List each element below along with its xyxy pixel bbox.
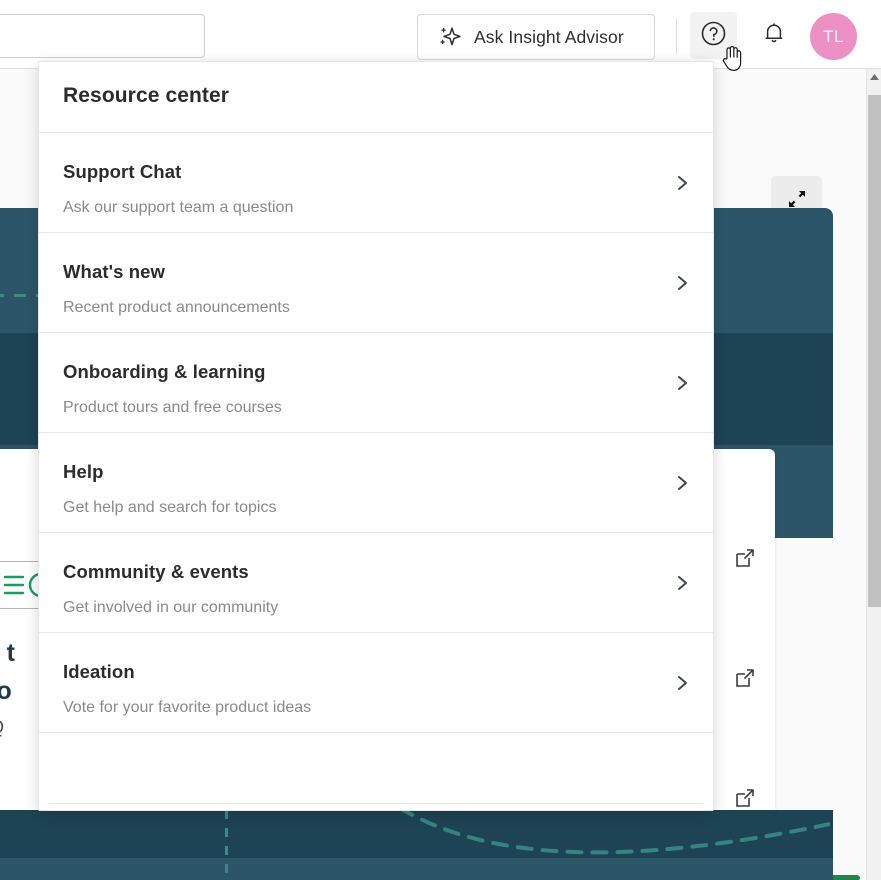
- resource-center-panel: Resource center Support Chat Ask our supp…: [38, 61, 714, 811]
- ask-insight-advisor-button[interactable]: Ask Insight Advisor: [417, 14, 655, 60]
- resource-center-item-title: What's new: [63, 261, 166, 282]
- card-heading-line1: ore t: [0, 639, 16, 667]
- search-input[interactable]: [0, 14, 205, 58]
- external-link-icon[interactable]: [734, 787, 756, 809]
- card-heading-line2: emo: [0, 677, 13, 705]
- user-avatar[interactable]: TL: [810, 13, 857, 60]
- chevron-right-icon: [673, 574, 691, 592]
- chevron-right-icon: [673, 174, 691, 192]
- scrollbar-thumb[interactable]: [868, 95, 881, 607]
- resource-center-item[interactable]: Help Get help and search for topics: [39, 433, 713, 533]
- panel-footer-divider: [49, 803, 703, 804]
- help-button[interactable]: [690, 12, 737, 59]
- resource-center-item-subtitle: Get help and search for topics: [63, 499, 277, 516]
- resource-center-list: Support Chat Ask our support team a quest…: [39, 133, 713, 733]
- card-paragraph-line1: hat Q: [0, 717, 4, 738]
- sparkle-icon: [438, 25, 462, 49]
- external-link-icon[interactable]: [734, 547, 756, 569]
- notifications-button[interactable]: [750, 12, 797, 59]
- app-root: lcome: [0, 0, 881, 880]
- resource-center-item[interactable]: Support Chat Ask our support team a quest…: [39, 133, 713, 233]
- resource-center-item-subtitle: Get involved in our community: [63, 599, 279, 616]
- ask-insight-advisor-label: Ask Insight Advisor: [474, 26, 624, 47]
- footer-banner: [0, 810, 833, 880]
- avatar-initials: TL: [823, 26, 844, 46]
- chevron-right-icon: [673, 374, 691, 392]
- chevron-right-icon: [673, 474, 691, 492]
- resource-center-item-title: Community & events: [63, 561, 249, 582]
- external-link-icon[interactable]: [734, 667, 756, 689]
- resource-center-item-title: Help: [63, 461, 104, 482]
- resource-center-item[interactable]: What's new Recent product announcements: [39, 233, 713, 333]
- chevron-right-icon: [673, 674, 691, 692]
- resource-center-item[interactable]: Community & events Get involved in our co…: [39, 533, 713, 633]
- resource-center-item-subtitle: Product tours and free courses: [63, 399, 282, 416]
- resource-center-item[interactable]: Ideation Vote for your favorite product i…: [39, 633, 713, 733]
- resource-center-item-subtitle: Recent product announcements: [63, 299, 290, 316]
- resource-center-item-subtitle: Vote for your favorite product ideas: [63, 699, 312, 716]
- toolbar-divider: [676, 18, 677, 54]
- vertical-scrollbar[interactable]: [866, 69, 881, 880]
- resource-center-item-title: Ideation: [63, 661, 135, 682]
- resource-center-item-title: Onboarding & learning: [63, 361, 266, 382]
- resource-center-item-subtitle: Ask our support team a question: [63, 199, 294, 216]
- question-circle-icon: [700, 20, 727, 52]
- bell-icon: [761, 20, 787, 51]
- resource-center-item-title: Support Chat: [63, 161, 182, 182]
- caret-up-icon[interactable]: [867, 69, 881, 85]
- footer-dashed-curve: [399, 810, 832, 875]
- top-toolbar: Ask Insight Advisor TL: [0, 0, 881, 69]
- chevron-right-icon: [673, 274, 691, 292]
- resource-center-item[interactable]: Onboarding & learning Product tours and f…: [39, 333, 713, 433]
- footer-dashed-accent: [225, 810, 228, 880]
- resource-center-title: Resource center: [63, 84, 230, 107]
